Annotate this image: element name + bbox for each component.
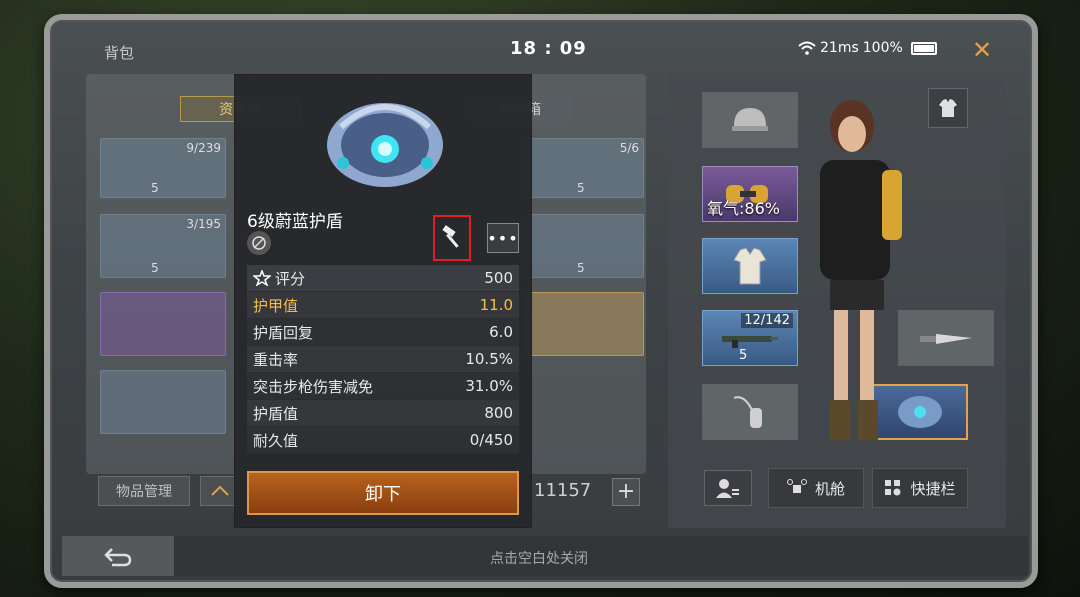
inventory-slot[interactable]: 5/6 5 (526, 138, 644, 198)
inventory-slot[interactable] (526, 292, 644, 356)
back-arrow-icon (104, 548, 132, 567)
drone-icon (786, 479, 807, 493)
rating-star-icon (253, 270, 271, 286)
dogtag-slot[interactable] (702, 384, 798, 440)
stat-value: 0/450 (469, 431, 513, 449)
battery-text: 100% (862, 40, 903, 56)
helmet-slot[interactable] (702, 92, 798, 148)
quickbar-label: 快捷栏 (910, 479, 956, 498)
add-currency-button[interactable]: + (612, 478, 640, 506)
item-manage-button[interactable]: 物品管理 (98, 476, 190, 506)
ping-text: 21ms (820, 40, 859, 56)
stat-label: 评分 (275, 269, 306, 288)
stat-value: 500 (484, 269, 513, 287)
stat-label: 护盾值 (253, 404, 299, 423)
more-options-button[interactable]: ••• (487, 223, 519, 253)
bound-icon (247, 231, 271, 255)
ammo-count: 12/142 (741, 313, 793, 328)
helmet-icon (732, 108, 768, 131)
oxygen-level: 氧气:86% (707, 199, 780, 218)
inventory-slot[interactable]: 3/195 5 (100, 214, 226, 278)
back-button[interactable] (62, 536, 174, 576)
hammer-icon (442, 225, 459, 248)
bag-title: 背包 (104, 44, 135, 62)
stat-label: 护甲值 (253, 296, 299, 315)
stat-row: 耐久值 0/450 (247, 427, 519, 454)
profile-button[interactable] (704, 470, 752, 506)
weapon-level: 5 (739, 348, 748, 363)
stat-row: 护甲值 11.0 (247, 292, 519, 319)
close-hint: 点击空白处关闭 (490, 551, 588, 567)
close-icon[interactable]: ✕ (972, 36, 992, 64)
dismantle-button[interactable] (433, 215, 471, 261)
stat-row: 护盾值 800 (247, 400, 519, 427)
battery-icon (910, 41, 937, 55)
slot-level: 5 (151, 181, 159, 195)
top-bar: 背包 18 : 09 21ms 100% ✕ (50, 20, 1032, 70)
status-area: 21ms 100% (798, 40, 937, 56)
stat-value: 10.5% (465, 350, 513, 368)
game-window: 背包 18 : 09 21ms 100% ✕ 资源包 拾取箱 9/239 5 5… (44, 14, 1038, 588)
unequip-button[interactable]: 卸下 (247, 471, 519, 515)
stat-row: 突击步枪伤害减免 31.0% (247, 373, 519, 400)
stat-row: 评分 500 (247, 265, 519, 292)
item-detail-popup: 6级蔚蓝护盾 ••• 评分 500 护甲值 11.0 护盾回复 6.0 重击率 … (234, 74, 532, 528)
shirt-icon (939, 99, 957, 117)
wifi-icon (798, 41, 816, 55)
inventory-slot[interactable]: 9/239 5 (100, 138, 226, 198)
grid-gear-icon (885, 480, 901, 496)
stat-label: 重击率 (253, 350, 299, 369)
inventory-slot[interactable]: 5 (526, 214, 644, 278)
weapon-slot[interactable]: 12/142 5 (702, 310, 798, 366)
stat-value: 800 (484, 404, 513, 422)
inventory-slot[interactable] (100, 292, 226, 356)
currency-amount: 11157 (534, 480, 592, 501)
rifle-icon (722, 336, 778, 348)
stats-table: 评分 500 护甲值 11.0 护盾回复 6.0 重击率 10.5% 突击步枪伤… (247, 265, 519, 454)
stat-label: 突击步枪伤害减免 (253, 377, 374, 396)
stat-row: 重击率 10.5% (247, 346, 519, 373)
user-card-icon (716, 479, 739, 498)
bay-label: 机舱 (814, 479, 845, 498)
stat-row: 护盾回复 6.0 (247, 319, 519, 346)
stat-value: 6.0 (489, 323, 513, 341)
bay-button[interactable]: 机舱 (768, 468, 864, 508)
slot-count: 9/239 (186, 141, 221, 155)
knife-icon (920, 334, 972, 344)
slot-count: 3/195 (186, 217, 221, 231)
jacket-icon (733, 247, 767, 285)
slot-level: 5 (577, 181, 585, 195)
stat-value: 11.0 (479, 296, 513, 314)
slot-count: 5/6 (619, 141, 639, 155)
slot-level: 5 (577, 261, 585, 275)
dogtag-icon (733, 396, 762, 428)
item-name: 6级蔚蓝护盾 (247, 212, 343, 232)
character-model (820, 100, 902, 440)
oxygen-slot[interactable]: 氧气:86% (702, 166, 798, 222)
slot-level: 5 (151, 261, 159, 275)
clock: 18 : 09 (510, 38, 587, 59)
stat-value: 31.0% (465, 377, 513, 395)
outfit-button[interactable] (928, 88, 968, 128)
inventory-slot[interactable] (100, 370, 226, 434)
stat-label: 护盾回复 (253, 323, 314, 342)
stat-label: 耐久值 (253, 431, 299, 450)
chevron-up-icon (211, 485, 229, 496)
shield-item-image (327, 103, 443, 187)
armor-slot[interactable] (702, 238, 798, 294)
quickbar-button[interactable]: 快捷栏 (872, 468, 968, 508)
